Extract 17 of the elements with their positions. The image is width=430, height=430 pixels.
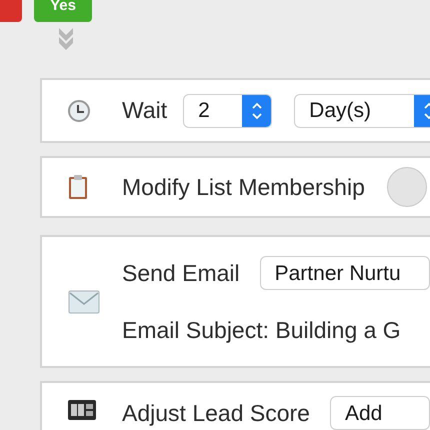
stepper-arrows-icon <box>250 100 263 120</box>
step-label: Adjust Lead Score <box>122 399 310 428</box>
envelope-icon <box>68 290 100 314</box>
clock-icon <box>68 100 90 122</box>
action-select[interactable]: Add <box>330 396 430 430</box>
round-button[interactable] <box>386 167 427 207</box>
step-label: Wait <box>122 96 168 126</box>
no-button[interactable] <box>0 0 22 22</box>
chevron-down-icon <box>58 28 74 50</box>
email-subject: Email Subject: Building a G <box>122 316 402 345</box>
clipboard-icon <box>68 174 88 200</box>
unit-select[interactable]: Day(s) <box>294 94 430 128</box>
amount-select[interactable]: 2 <box>183 94 272 128</box>
email-select[interactable]: Partner Nurtu <box>260 256 430 290</box>
step-label: Modify List Membership <box>122 172 365 202</box>
scoreboard-icon <box>68 400 96 420</box>
step-label: Send Email <box>122 259 240 288</box>
